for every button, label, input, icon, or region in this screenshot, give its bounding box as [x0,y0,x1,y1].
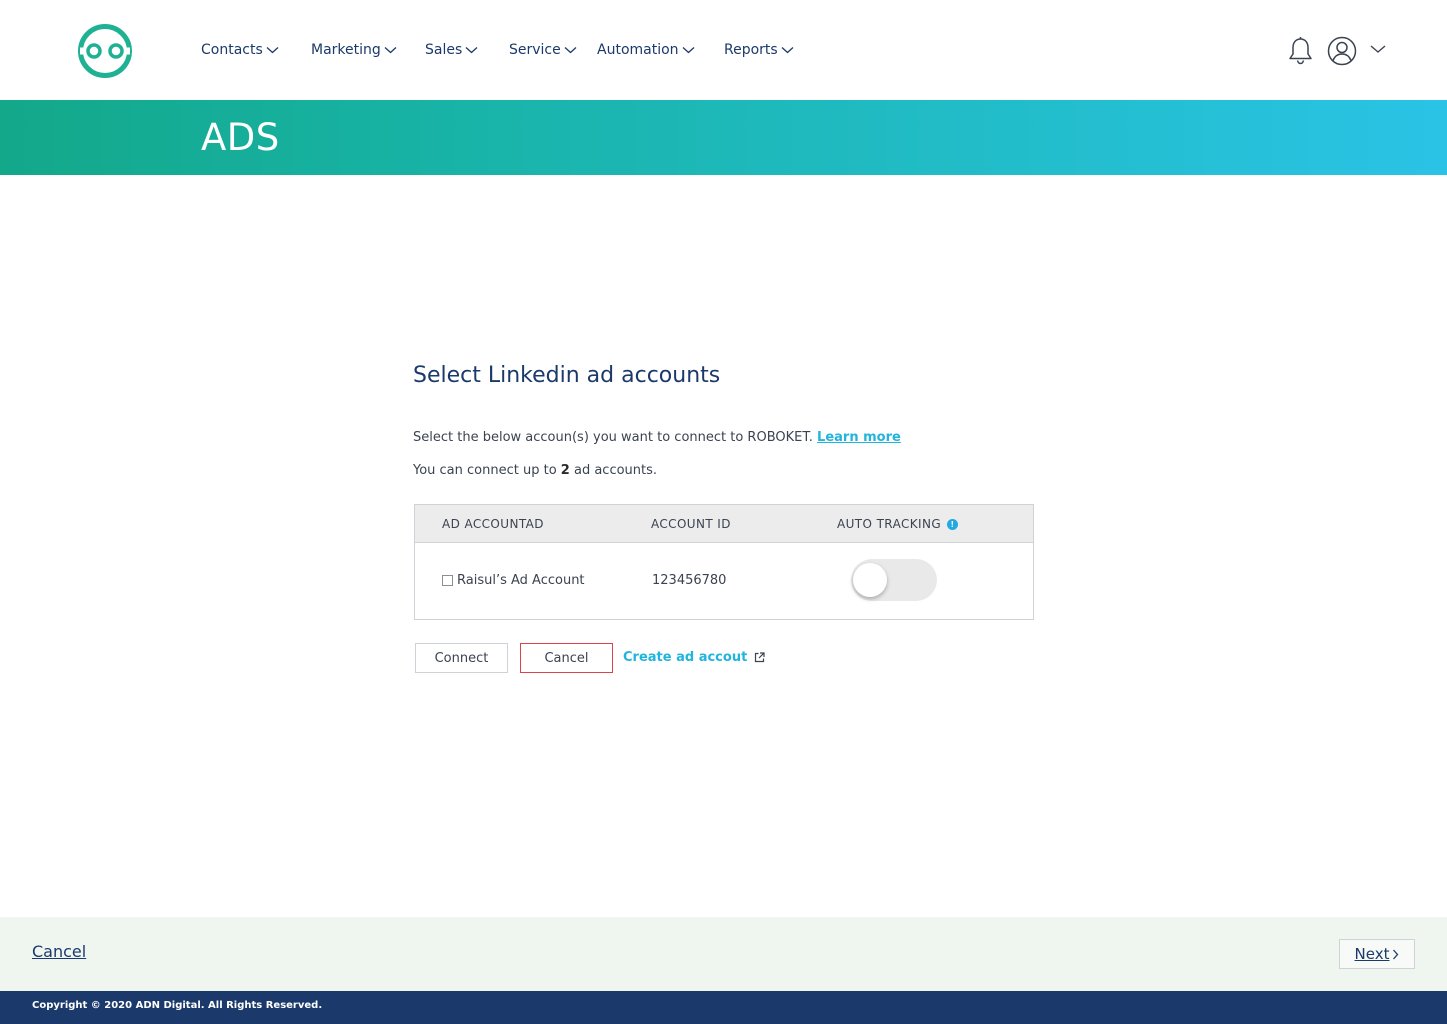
account-checkbox[interactable] [442,575,453,586]
next-label: Next [1354,945,1390,963]
nav-label: Sales [425,42,463,58]
top-navbar: Contacts Marketing Sales Service Automat… [0,0,1447,100]
cancel-button[interactable]: Cancel [520,643,613,673]
chevron-down-icon[interactable] [1370,43,1386,55]
nav-label: Contacts [201,42,263,58]
column-header-ad-account: AD ACCOUNTAD [442,517,544,531]
chevron-down-icon [564,47,577,54]
intro-text-body: Select the below accoun(s) you want to c… [413,430,813,445]
nav-reports[interactable]: Reports [724,40,794,60]
chevron-right-icon [1393,949,1399,959]
column-header-auto-tracking: AUTO TRACKING! [837,517,959,531]
create-ad-account-label: Create ad accout [623,650,748,665]
page-title: ADS [201,116,280,159]
footer-cancel-link[interactable]: Cancel [32,942,86,961]
copyright-text: Copyright © 2020 ADN Digital. All Rights… [32,1000,323,1011]
connect-button[interactable]: Connect [415,643,508,673]
nav-sales[interactable]: Sales [425,40,478,60]
nav-label: Reports [724,42,778,58]
table-header: AD ACCOUNTAD ACCOUNT ID AUTO TRACKING! [415,505,1033,543]
nav-label: Service [509,42,561,58]
user-avatar-icon[interactable] [1327,36,1357,66]
chevron-down-icon [781,47,794,54]
auto-tracking-toggle[interactable] [851,559,937,601]
column-header-account-id: ACCOUNT ID [651,517,731,531]
nav-automation[interactable]: Automation [597,40,695,60]
section-heading: Select Linkedin ad accounts [413,363,721,388]
robot-face-logo[interactable] [77,23,133,79]
ad-account-name: Raisul’s Ad Account [457,573,585,588]
nav-marketing[interactable]: Marketing [311,40,397,60]
limit-prefix: You can connect up to [413,463,557,478]
bell-icon[interactable] [1288,36,1313,65]
auto-tracking-label: AUTO TRACKING [837,517,942,531]
nav-contacts[interactable]: Contacts [201,40,279,60]
ad-accounts-table: AD ACCOUNTAD ACCOUNT ID AUTO TRACKING! R… [414,504,1034,620]
info-icon[interactable]: ! [947,519,959,530]
ad-account-id: 123456780 [652,573,727,588]
chevron-down-icon [682,47,694,54]
chevron-down-icon [465,47,478,54]
learn-more-link[interactable]: Learn more [817,430,901,445]
next-button[interactable]: Next [1339,939,1415,969]
limit-count: 2 [560,463,570,478]
nav-label: Automation [597,42,679,58]
external-link-icon [755,652,765,663]
chevron-down-icon [266,47,279,54]
intro-text: Select the below accoun(s) you want to c… [413,430,901,445]
account-limit-text: You can connect up to 2 ad accounts. [413,463,657,478]
toggle-knob [853,563,887,597]
create-ad-account-link[interactable]: Create ad accout [623,650,765,665]
nav-service[interactable]: Service [509,40,577,60]
nav-label: Marketing [311,42,381,58]
chevron-down-icon [384,47,397,54]
footer-action-bar [0,917,1447,991]
limit-suffix: ad accounts. [573,463,658,478]
